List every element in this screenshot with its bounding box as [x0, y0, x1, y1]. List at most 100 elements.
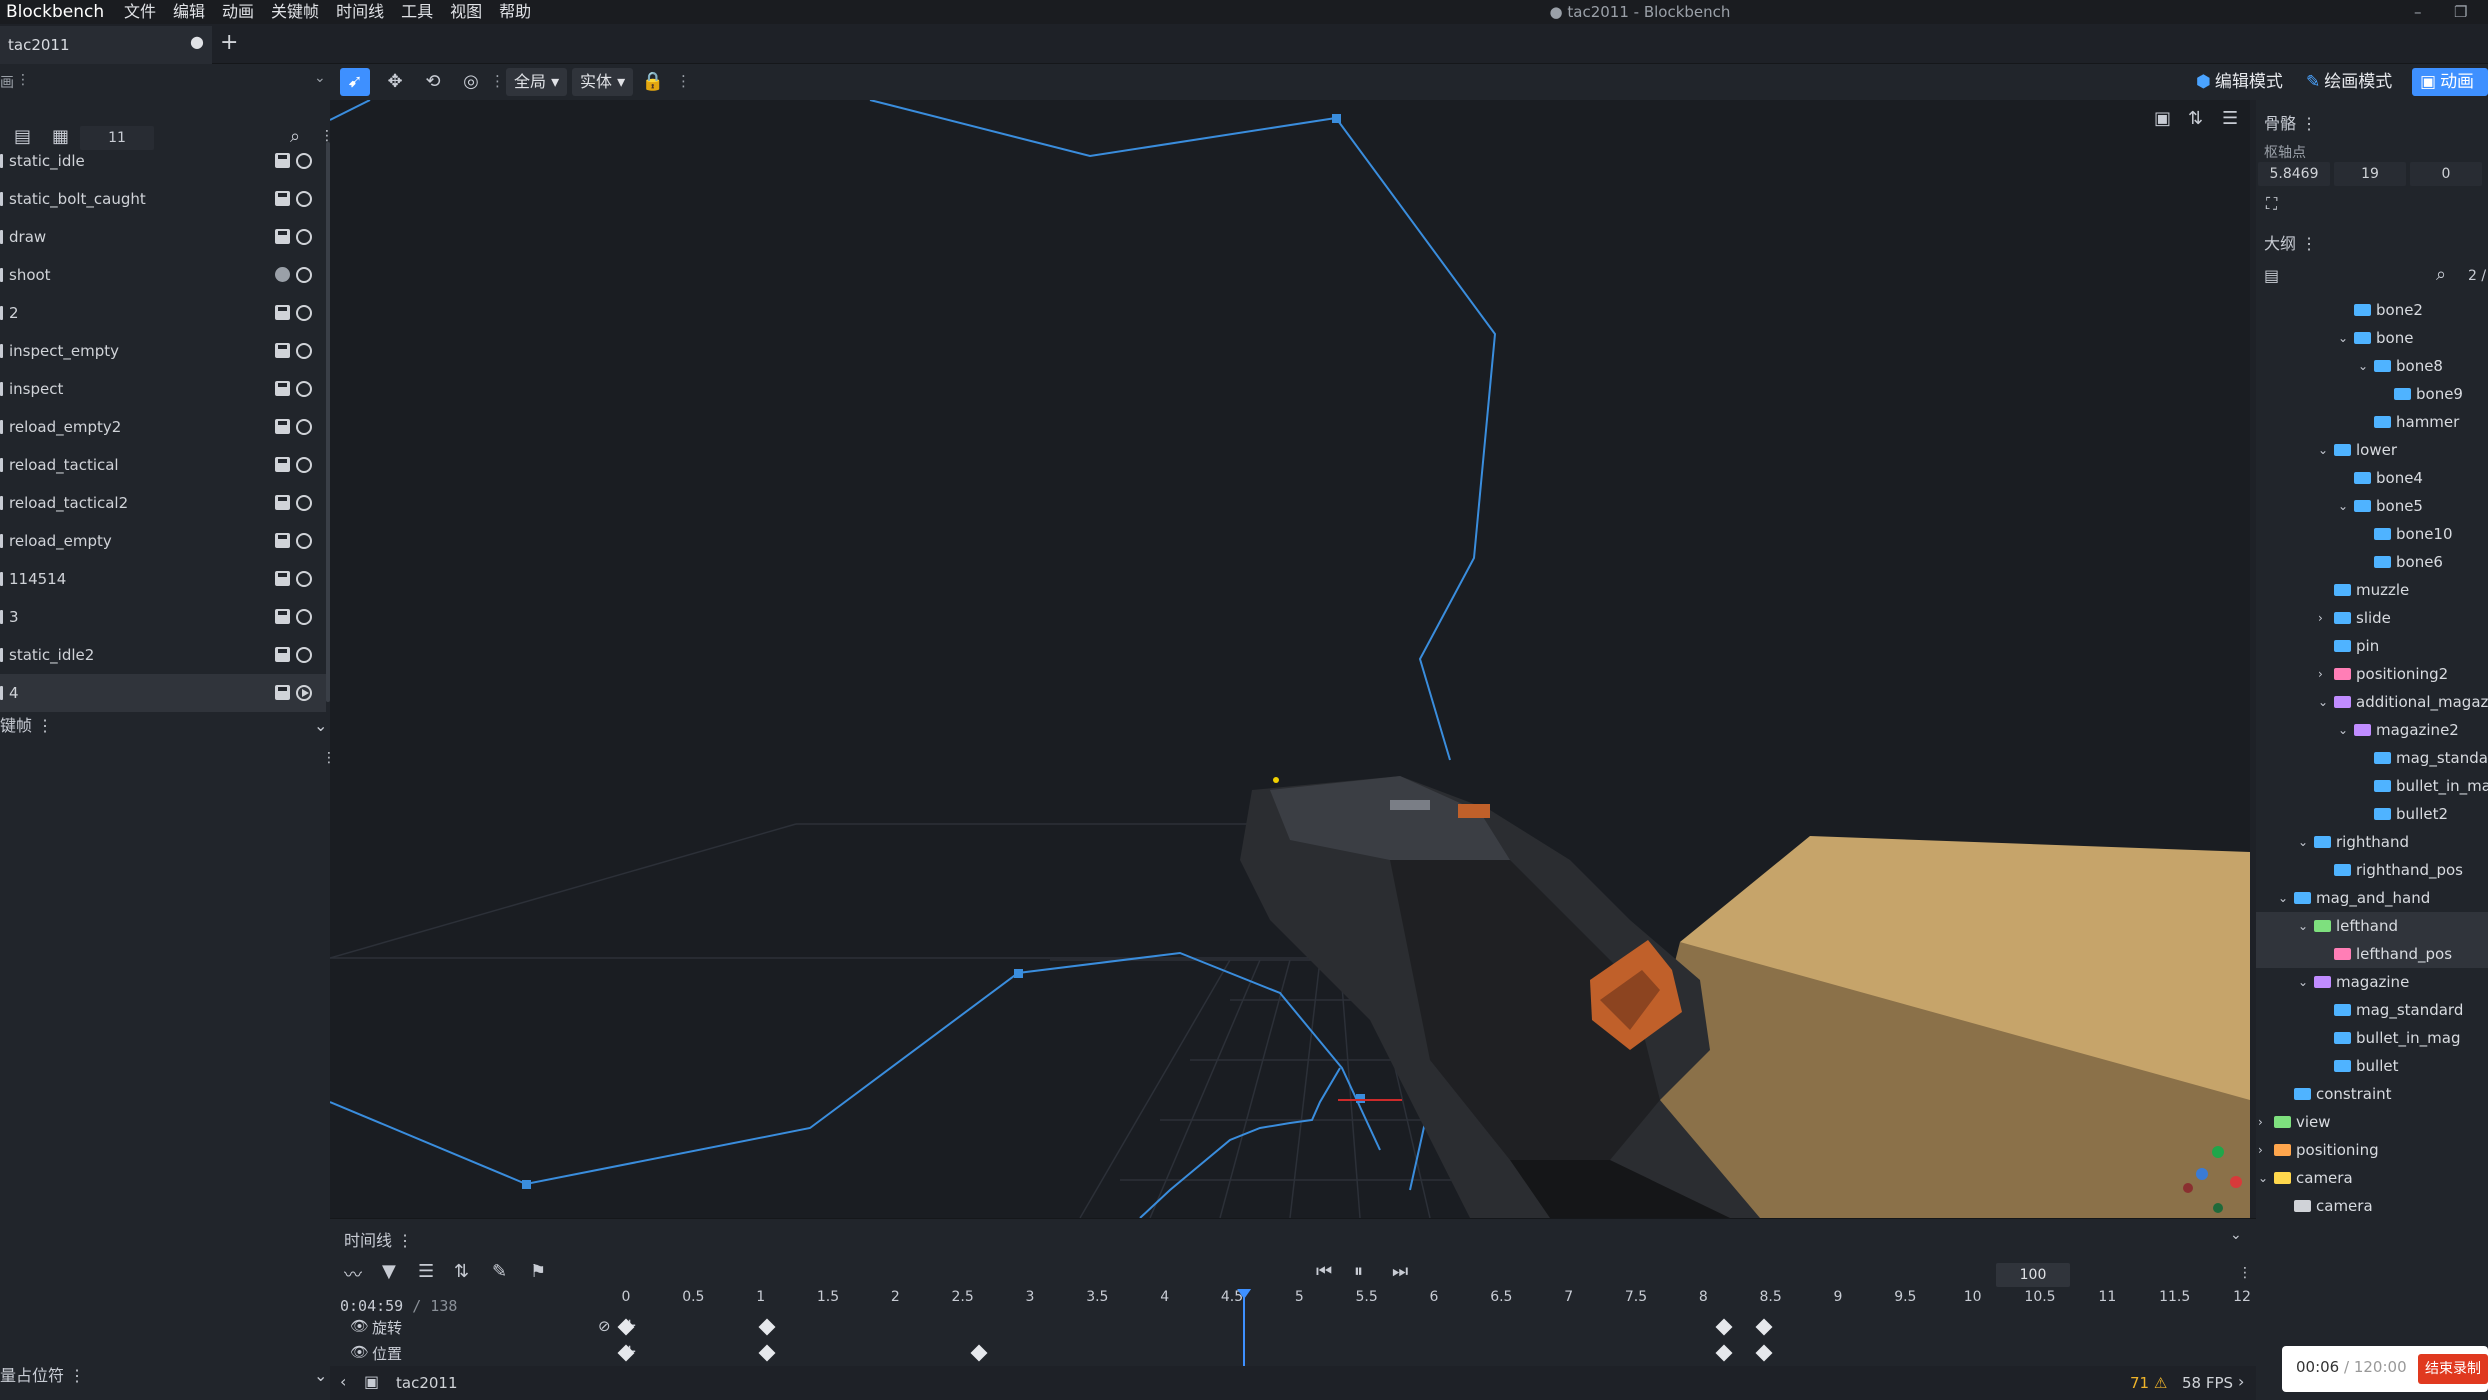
chevron-down-icon[interactable]: ⌄ [2258, 1164, 2270, 1192]
maximize-button[interactable]: ❐ [2454, 0, 2467, 24]
animation-item[interactable]: inspect [0, 370, 326, 408]
outliner-item[interactable]: mag_standard [2256, 996, 2488, 1024]
save-icon[interactable] [275, 153, 290, 168]
saved-check-icon[interactable] [275, 267, 290, 282]
play-icon[interactable] [296, 419, 312, 435]
eye-icon[interactable]: 👁 [350, 1317, 369, 1335]
menu-item[interactable]: 视图 [450, 0, 492, 24]
outliner-item[interactable]: mag_standard2 [2256, 744, 2488, 772]
save-icon[interactable] [275, 457, 290, 472]
play-icon[interactable] [296, 381, 312, 397]
animation-item[interactable]: draw [0, 218, 326, 256]
play-icon[interactable] [296, 229, 312, 245]
menu-icon[interactable]: ☰ [2222, 108, 2238, 129]
render-mode-select[interactable]: 实体 ▾ [572, 68, 634, 96]
chevron-down-icon[interactable]: ⌄ [2278, 884, 2290, 912]
save-icon[interactable] [275, 685, 290, 700]
minimize-button[interactable]: – [2414, 0, 2422, 24]
skip-end-icon[interactable]: ⏭ [1392, 1261, 1408, 1282]
animation-item[interactable]: reload_tactical2 [0, 484, 326, 522]
keyframe-diamond[interactable] [758, 1344, 776, 1362]
lock-channel-icon[interactable]: ⊘ [598, 1317, 611, 1335]
pivot-y-field[interactable]: 19 [2334, 162, 2406, 186]
outliner-item[interactable]: ⌄ additional_magazine [2256, 688, 2488, 716]
pivot-z-field[interactable]: 0 [2410, 162, 2482, 186]
play-icon[interactable] [296, 571, 312, 587]
marker-flag-icon[interactable]: ⚑ [530, 1261, 546, 1282]
channels-icon[interactable]: ☰ [418, 1261, 434, 1282]
timeline-ruler[interactable]: 0 0.5 1 1.5 2 2.5 3 3.5 4 4.5 5 5.5 6 6.5 7 7.5 8 8.5 9 9.5… [622, 1289, 2251, 1311]
filter-icon[interactable]: ▼ [382, 1261, 396, 1282]
keyframe-diamond[interactable] [1715, 1318, 1733, 1336]
play-icon[interactable] [296, 305, 312, 321]
save-icon[interactable] [275, 571, 290, 586]
animation-item[interactable]: static_idle [0, 142, 326, 180]
stop-recording-button[interactable]: 结束录制 [2418, 1354, 2488, 1384]
graph-editor-icon[interactable]: 〰 [344, 1261, 362, 1287]
chevron-down-icon[interactable]: ⌄ [2298, 968, 2310, 996]
outliner-item[interactable]: hammer [2256, 408, 2488, 436]
save-icon[interactable] [275, 609, 290, 624]
sort-icon[interactable]: ⇅ [2188, 108, 2203, 129]
save-icon[interactable] [275, 343, 290, 358]
channel-row-position[interactable]: 👁 位置 + [350, 1341, 2240, 1365]
lock-icon[interactable]: 🔒 [638, 68, 668, 96]
animation-item[interactable]: reload_empty [0, 522, 326, 560]
outliner-item[interactable]: bullet_in_mag2 [2256, 772, 2488, 800]
outliner-item[interactable]: bone6 [2256, 548, 2488, 576]
add-group-icon[interactable]: ▤ [2264, 266, 2279, 285]
transform-space-select[interactable]: 全局 ▾ [506, 68, 568, 96]
save-icon[interactable] [275, 381, 290, 396]
rotate-tool-icon[interactable]: ⟲ [418, 68, 448, 96]
warning-count[interactable]: 71 ⚠ [2130, 1374, 2167, 1392]
chevron-right-icon[interactable]: › [2258, 1108, 2270, 1136]
outliner-item[interactable]: ⌄ bone5 [2256, 492, 2488, 520]
eye-icon[interactable]: 👁 [350, 1343, 369, 1361]
pivot-x-field[interactable]: 5.8469 [2258, 162, 2330, 186]
channel-row-rotation[interactable]: 👁 旋转 ⊘ + [350, 1315, 2240, 1339]
animation-item[interactable]: 3 [0, 598, 326, 636]
outliner-item[interactable]: ⌄ mag_and_hand [2256, 884, 2488, 912]
chevron-down-icon[interactable]: ⌄ [2338, 716, 2350, 744]
focus-icon[interactable]: ⛶ [2266, 194, 2277, 214]
menu-item[interactable]: 动画 [222, 0, 264, 24]
outliner-item[interactable]: bullet_in_mag [2256, 1024, 2488, 1052]
skip-start-icon[interactable]: ⏮ [1316, 1261, 1332, 1282]
play-icon[interactable] [296, 647, 312, 663]
outliner-item[interactable]: camera [2256, 1192, 2488, 1220]
outliner-item[interactable]: › positioning2 [2256, 660, 2488, 688]
outliner-item[interactable]: › view [2256, 1108, 2488, 1136]
keyframe-diamond[interactable] [1755, 1344, 1773, 1362]
outliner-item[interactable]: bullet2 [2256, 800, 2488, 828]
outliner-item[interactable]: ⌄ magazine [2256, 968, 2488, 996]
chevron-down-icon[interactable]: ⌄ [2338, 324, 2350, 352]
chevron-down-icon[interactable]: ⌄ [2298, 912, 2310, 940]
menu-item[interactable]: 帮助 [499, 0, 541, 24]
play-icon[interactable] [296, 533, 312, 549]
outliner-item[interactable]: ⌄ bone8 [2256, 352, 2488, 380]
menu-item[interactable]: 工具 [401, 0, 443, 24]
outliner-item[interactable]: ⌄ lower [2256, 436, 2488, 464]
animation-length-field[interactable]: 100 [1996, 1263, 2070, 1287]
pointer-tool-icon[interactable]: ➹ [340, 68, 370, 96]
chevron-down-icon[interactable]: ⌄ [2318, 436, 2330, 464]
save-icon[interactable] [275, 191, 290, 206]
chevron-down-icon[interactable]: ⌄ [314, 70, 326, 86]
chevron-left-icon[interactable]: ‹ [340, 1372, 346, 1391]
outliner-item[interactable]: pin [2256, 632, 2488, 660]
outliner-item[interactable]: › positioning [2256, 1136, 2488, 1164]
outliner-item[interactable]: bullet [2256, 1052, 2488, 1080]
outliner-item[interactable]: bone9 [2256, 380, 2488, 408]
play-icon[interactable] [296, 609, 312, 625]
outliner-item[interactable]: muzzle [2256, 576, 2488, 604]
outliner-item[interactable]: bone2 [2256, 296, 2488, 324]
chevron-down-icon[interactable]: ⌄ [314, 712, 327, 740]
outliner-item[interactable]: lefthand_pos [2256, 940, 2488, 968]
menu-item[interactable]: 时间线 [336, 0, 394, 24]
chevron-down-icon[interactable]: ⌄ [2318, 688, 2330, 716]
save-icon[interactable] [275, 533, 290, 548]
3d-viewport[interactable]: ▣ ⇅ ☰ [330, 100, 2250, 1218]
keyframe-diamond[interactable] [970, 1344, 988, 1362]
animation-item[interactable]: static_idle2 [0, 636, 326, 674]
chevron-right-icon[interactable]: › [2258, 1136, 2270, 1164]
